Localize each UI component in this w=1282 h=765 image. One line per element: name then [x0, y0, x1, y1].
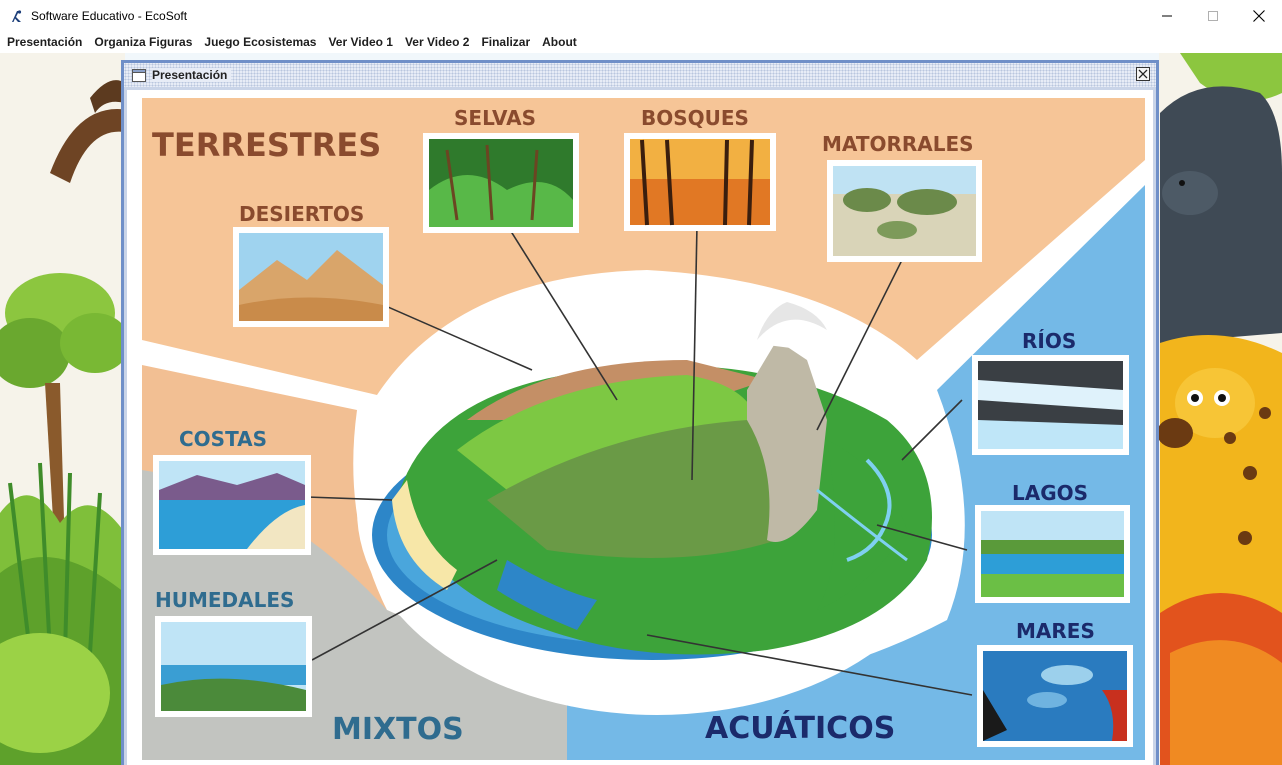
rios-photo — [972, 355, 1129, 455]
internal-frame-title-bar[interactable]: Presentación — [124, 63, 1156, 87]
window-title: Software Educativo - EcoSoft — [31, 8, 188, 23]
mares-photo — [977, 645, 1133, 747]
label-desiertos: DESIERTOS — [239, 202, 364, 226]
menu-bar: Presentación Organiza Figuras Juego Ecos… — [0, 31, 1282, 53]
menu-juego-ecosistemas[interactable]: Juego Ecosistemas — [198, 31, 322, 53]
matorrales-photo — [827, 160, 982, 262]
menu-organiza-figuras[interactable]: Organiza Figuras — [88, 31, 198, 53]
frame-window-icon — [132, 68, 146, 82]
label-lagos: LAGOS — [1012, 481, 1088, 505]
humedales-photo — [155, 616, 312, 717]
close-icon — [1253, 9, 1265, 22]
menu-ver-video-2[interactable]: Ver Video 2 — [399, 31, 475, 53]
label-mixtos: MIXTOS — [332, 712, 464, 747]
frame-close-icon[interactable] — [1136, 67, 1150, 81]
label-humedales: HUMEDALES — [155, 588, 294, 612]
title-bar: Software Educativo - EcoSoft — [0, 0, 1282, 31]
infographic-canvas: TERRESTRES SELVAS BOSQUES MATORRALES DES… — [127, 90, 1153, 765]
ecosystems-infographic: TERRESTRES SELVAS BOSQUES MATORRALES DES… — [127, 90, 1153, 765]
menu-presentacion[interactable]: Presentación — [0, 31, 88, 53]
maximize-button[interactable] — [1190, 0, 1236, 31]
label-terrestres: TERRESTRES — [152, 126, 381, 164]
lagos-photo — [975, 505, 1130, 603]
bosques-photo — [624, 133, 776, 231]
label-selvas: SELVAS — [454, 106, 536, 130]
desiertos-photo — [233, 227, 389, 327]
internal-frame-title: Presentación — [152, 68, 232, 82]
minimize-button[interactable] — [1144, 0, 1190, 31]
label-rios: RÍOS — [1022, 329, 1076, 353]
minimize-icon — [1162, 15, 1172, 16]
label-costas: COSTAS — [179, 427, 267, 451]
label-mares: MARES — [1016, 619, 1095, 643]
maximize-icon — [1208, 10, 1218, 21]
costas-photo — [153, 455, 311, 555]
selvas-photo — [423, 133, 579, 233]
app-icon — [12, 9, 22, 22]
internal-frame-presentacion: Presentación TERRESTRES SELVAS BOSQUES M… — [121, 60, 1159, 765]
menu-finalizar[interactable]: Finalizar — [475, 31, 536, 53]
label-bosques: BOSQUES — [641, 106, 749, 130]
menu-about[interactable]: About — [536, 31, 583, 53]
menu-ver-video-1[interactable]: Ver Video 1 — [322, 31, 398, 53]
label-acuaticos: ACUÁTICOS — [705, 710, 895, 746]
close-button[interactable] — [1236, 0, 1282, 31]
label-matorrales: MATORRALES — [822, 132, 974, 156]
